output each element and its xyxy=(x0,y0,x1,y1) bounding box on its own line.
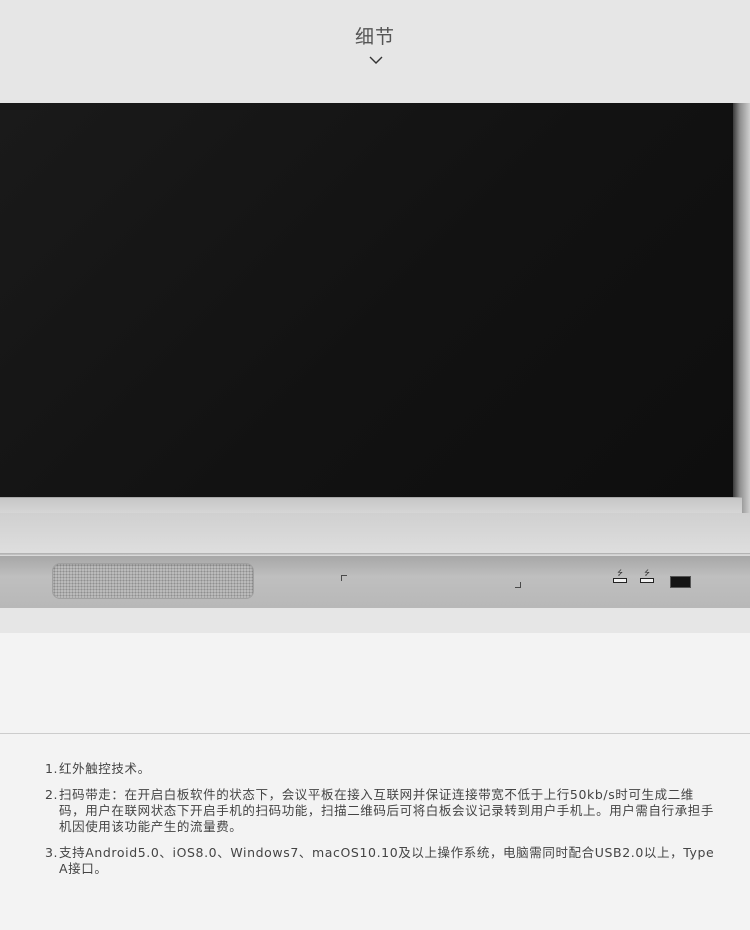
section-title: 细节 xyxy=(354,26,395,48)
screen-lower-lip xyxy=(0,497,742,514)
note-number: 2. xyxy=(45,787,59,802)
device-image: ⭍ ⭍ xyxy=(0,103,750,633)
front-control-panel: ⭍ ⭍ xyxy=(0,555,750,608)
usb-icon: ⭍ xyxy=(640,570,654,584)
section-divider xyxy=(0,733,750,734)
note-item: 1. 红外触控技术。 xyxy=(45,761,717,777)
speaker-grille xyxy=(52,563,254,599)
note-number: 1. xyxy=(45,761,59,776)
usb-port xyxy=(613,578,627,583)
display-side-edge xyxy=(733,103,750,513)
touch-port xyxy=(670,576,691,588)
note-item: 2. 扫码带走：在开启白板软件的状态下，会议平板在接入互联网并保证连接带宽不低于… xyxy=(45,787,717,835)
display-screen xyxy=(0,103,733,497)
sensor-corner-mark xyxy=(515,582,521,588)
sensor-corner-mark xyxy=(341,575,347,581)
note-text: 红外触控技术。 xyxy=(59,761,151,776)
note-text: 扫码带走：在开启白板软件的状态下，会议平板在接入互联网并保证连接带宽不低于上行5… xyxy=(59,787,715,834)
chevron-down-icon[interactable] xyxy=(369,55,383,65)
feature-notes: 1. 红外触控技术。 2. 扫码带走：在开启白板软件的状态下，会议平板在接入互联… xyxy=(45,761,717,887)
usb-icon: ⭍ xyxy=(613,570,627,584)
usb-symbol: ⭍ xyxy=(644,569,650,577)
note-number: 3. xyxy=(45,845,59,860)
bezel-bottom-strip xyxy=(0,513,750,554)
note-text: 支持Android5.0、iOS8.0、Windows7、macOS10.10及… xyxy=(59,845,715,876)
section-header: 细节 xyxy=(0,0,750,103)
usb-symbol: ⭍ xyxy=(617,569,623,577)
usb-port xyxy=(640,578,654,583)
note-item: 3. 支持Android5.0、iOS8.0、Windows7、macOS10.… xyxy=(45,845,717,877)
